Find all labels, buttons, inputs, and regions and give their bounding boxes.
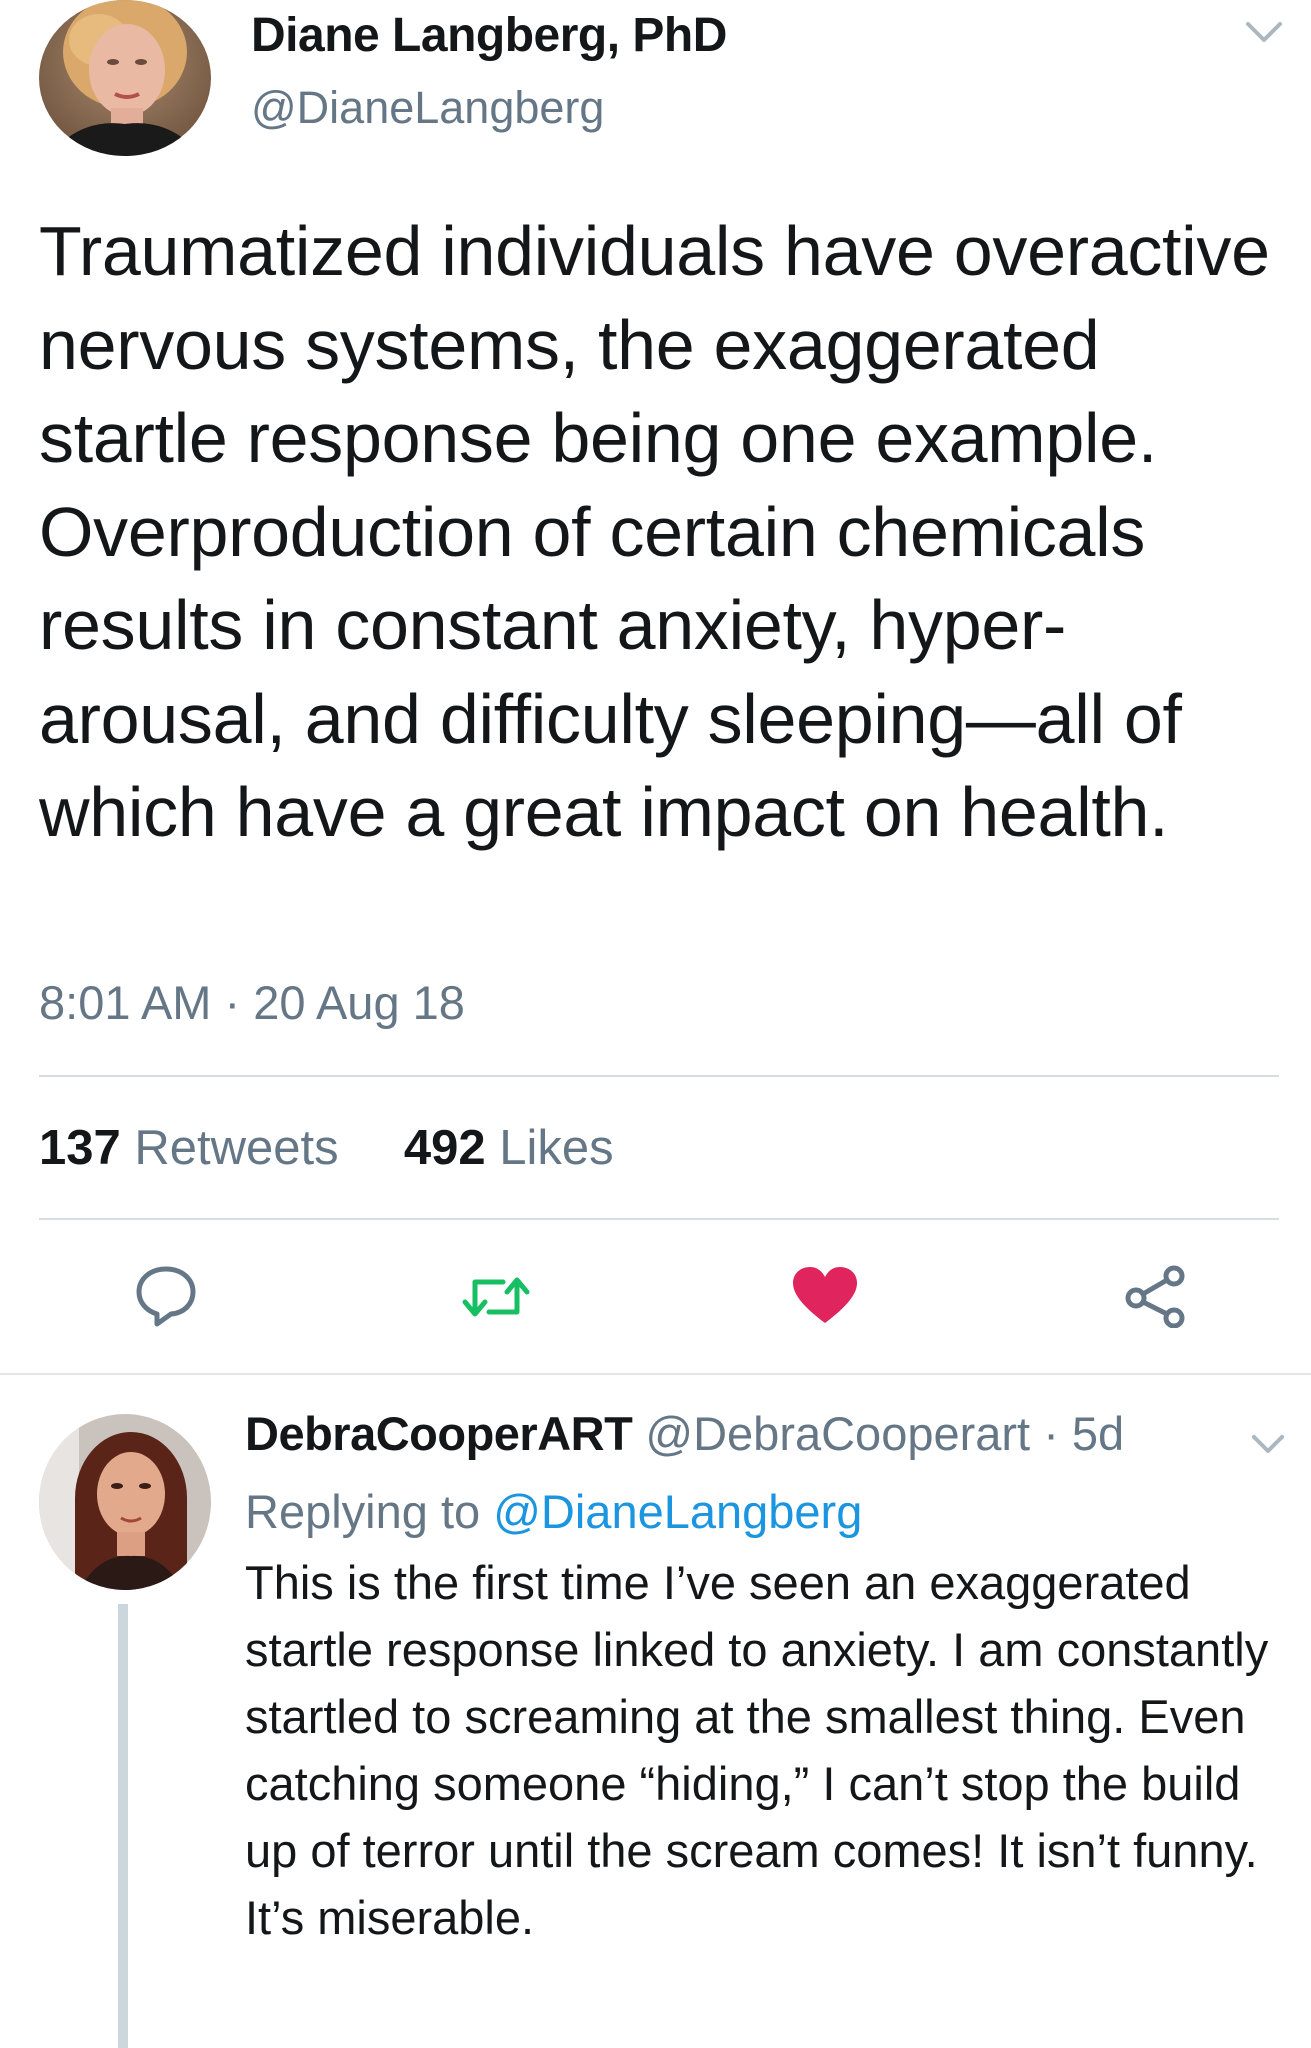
heart-icon[interactable] (791, 1265, 859, 1327)
reply-icon[interactable] (133, 1263, 199, 1329)
divider (0, 1373, 1311, 1375)
author-handle[interactable]: @DianeLangberg (251, 82, 604, 134)
tweet-stats: 137 Retweets 492 Likes (39, 1120, 614, 1176)
retweets-stat[interactable]: 137 Retweets (39, 1121, 352, 1175)
divider (39, 1075, 1279, 1077)
chevron-down-icon[interactable] (1250, 1431, 1286, 1457)
likes-count: 492 (403, 1121, 486, 1175)
likes-label: Likes (499, 1121, 614, 1175)
reply-text: This is the first time I’ve seen an exag… (245, 1556, 1269, 1944)
retweet-icon[interactable] (459, 1270, 533, 1324)
tweet-detail-screen: Diane Langberg, PhD @DianeLangberg Traum… (0, 0, 1311, 2048)
replying-to-handle[interactable]: @DianeLangberg (493, 1485, 862, 1538)
reply-avatar-photo (39, 1414, 211, 1590)
divider (39, 1218, 1279, 1220)
retweets-count: 137 (39, 1121, 121, 1175)
replying-to: Replying to @DianeLangberg (245, 1484, 862, 1539)
reply-author-name[interactable]: DebraCooperART (245, 1407, 633, 1460)
author-avatar[interactable] (39, 0, 211, 156)
reply-time[interactable]: 5d (1072, 1407, 1124, 1460)
author-name[interactable]: Diane Langberg, PhD (251, 8, 727, 63)
chevron-down-icon[interactable] (1244, 18, 1284, 46)
tweet-text: Traumatized individuals have overactive … (39, 212, 1270, 851)
reply-separator: · (1043, 1407, 1059, 1460)
reply-header: DebraCooperART @DebraCooperart · 5d (245, 1406, 1124, 1461)
reply-author-handle[interactable]: @DebraCooperart (645, 1407, 1030, 1460)
share-icon[interactable] (1124, 1264, 1188, 1328)
tweet-timestamp[interactable]: 8:01 AM · 20 Aug 18 (39, 975, 465, 1030)
replying-to-prefix: Replying to (245, 1485, 481, 1538)
likes-stat[interactable]: 492 Likes (404, 1121, 614, 1175)
thread-connector-line (118, 1604, 128, 2048)
retweets-label: Retweets (134, 1121, 339, 1175)
author-avatar-photo (39, 0, 211, 156)
reply-author-avatar[interactable] (39, 1414, 211, 1590)
